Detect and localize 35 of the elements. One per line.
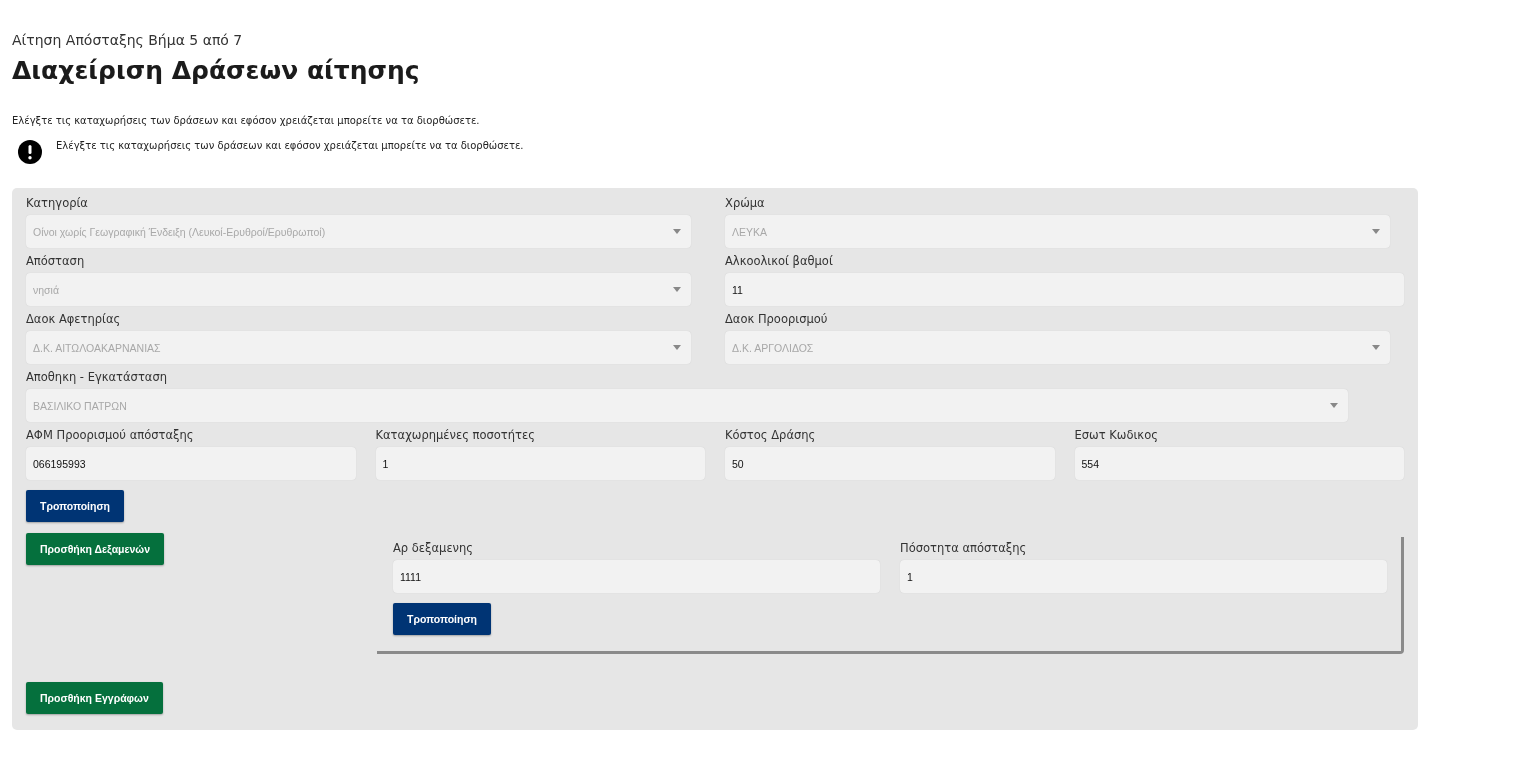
input-field[interactable]: 50 xyxy=(725,447,1055,480)
field-label: Κατηγορία xyxy=(26,196,89,210)
field-label: Εσωτ Κωδικος xyxy=(1074,428,1159,442)
page-title: Διαχείριση Δράσεων αίτησης xyxy=(12,56,421,85)
input-field[interactable]: 1111 xyxy=(393,560,880,593)
field-label: Δαοκ Προορισμού xyxy=(725,312,829,326)
caret-icon xyxy=(1372,229,1380,234)
edit-button[interactable]: Τροποποίηση xyxy=(26,490,124,522)
edit-button[interactable]: Τροποποίηση xyxy=(393,603,491,635)
field-label: Αποθηκη - Εγκατάσταση xyxy=(26,370,168,384)
input-field[interactable]: 1 xyxy=(900,560,1387,593)
field-label: Αλκοολικοί βαθμοί xyxy=(725,254,834,268)
field-label: Απόσταση xyxy=(26,254,86,268)
field-label: Χρώμα xyxy=(725,196,766,210)
field-label: Δαοκ Αφετηρίας xyxy=(26,312,122,326)
caret-icon xyxy=(673,229,681,234)
field-label: Κόστος Δράσης xyxy=(725,428,817,442)
add-documents-button[interactable]: Προσθήκη Εγγράφων xyxy=(26,682,163,714)
step-indicator: Αίτηση Απόσταξης Βήμα 5 από 7 xyxy=(12,32,244,48)
caret-icon xyxy=(673,345,681,350)
caret-icon xyxy=(1372,345,1380,350)
input-field[interactable]: 066195993 xyxy=(26,447,356,480)
input-field[interactable]: 554 xyxy=(1074,447,1404,480)
caret-icon xyxy=(1330,403,1338,408)
exclamation-icon xyxy=(18,140,42,164)
field-label: Αρ δεξαμενης xyxy=(393,541,475,555)
input-field[interactable]: 1 xyxy=(375,447,705,480)
caret-icon xyxy=(673,287,681,292)
field-label: Καταχωρημένες ποσοτήτες xyxy=(375,428,536,442)
add-tanks-button[interactable]: Προσθήκη Δεξαμενών xyxy=(26,533,165,565)
intro-text: Ελέγξτε τις καταχωρήσεις των δράσεων και εφόσον χρειάζεται μπορείτε να τα διορθώσετε. xyxy=(12,115,481,126)
field-label: ΑΦΜ Προορισμού απόσταξης xyxy=(26,428,195,442)
field-label: Πόσοτητα απόσταξης xyxy=(900,541,1028,555)
alert-message: Ελέγξτε τις καταχωρήσεις των δράσεων και εφόσον χρειάζεται μπορείτε να τα διορθώσετε. xyxy=(56,140,524,151)
input-field[interactable]: 11 xyxy=(725,273,1404,306)
